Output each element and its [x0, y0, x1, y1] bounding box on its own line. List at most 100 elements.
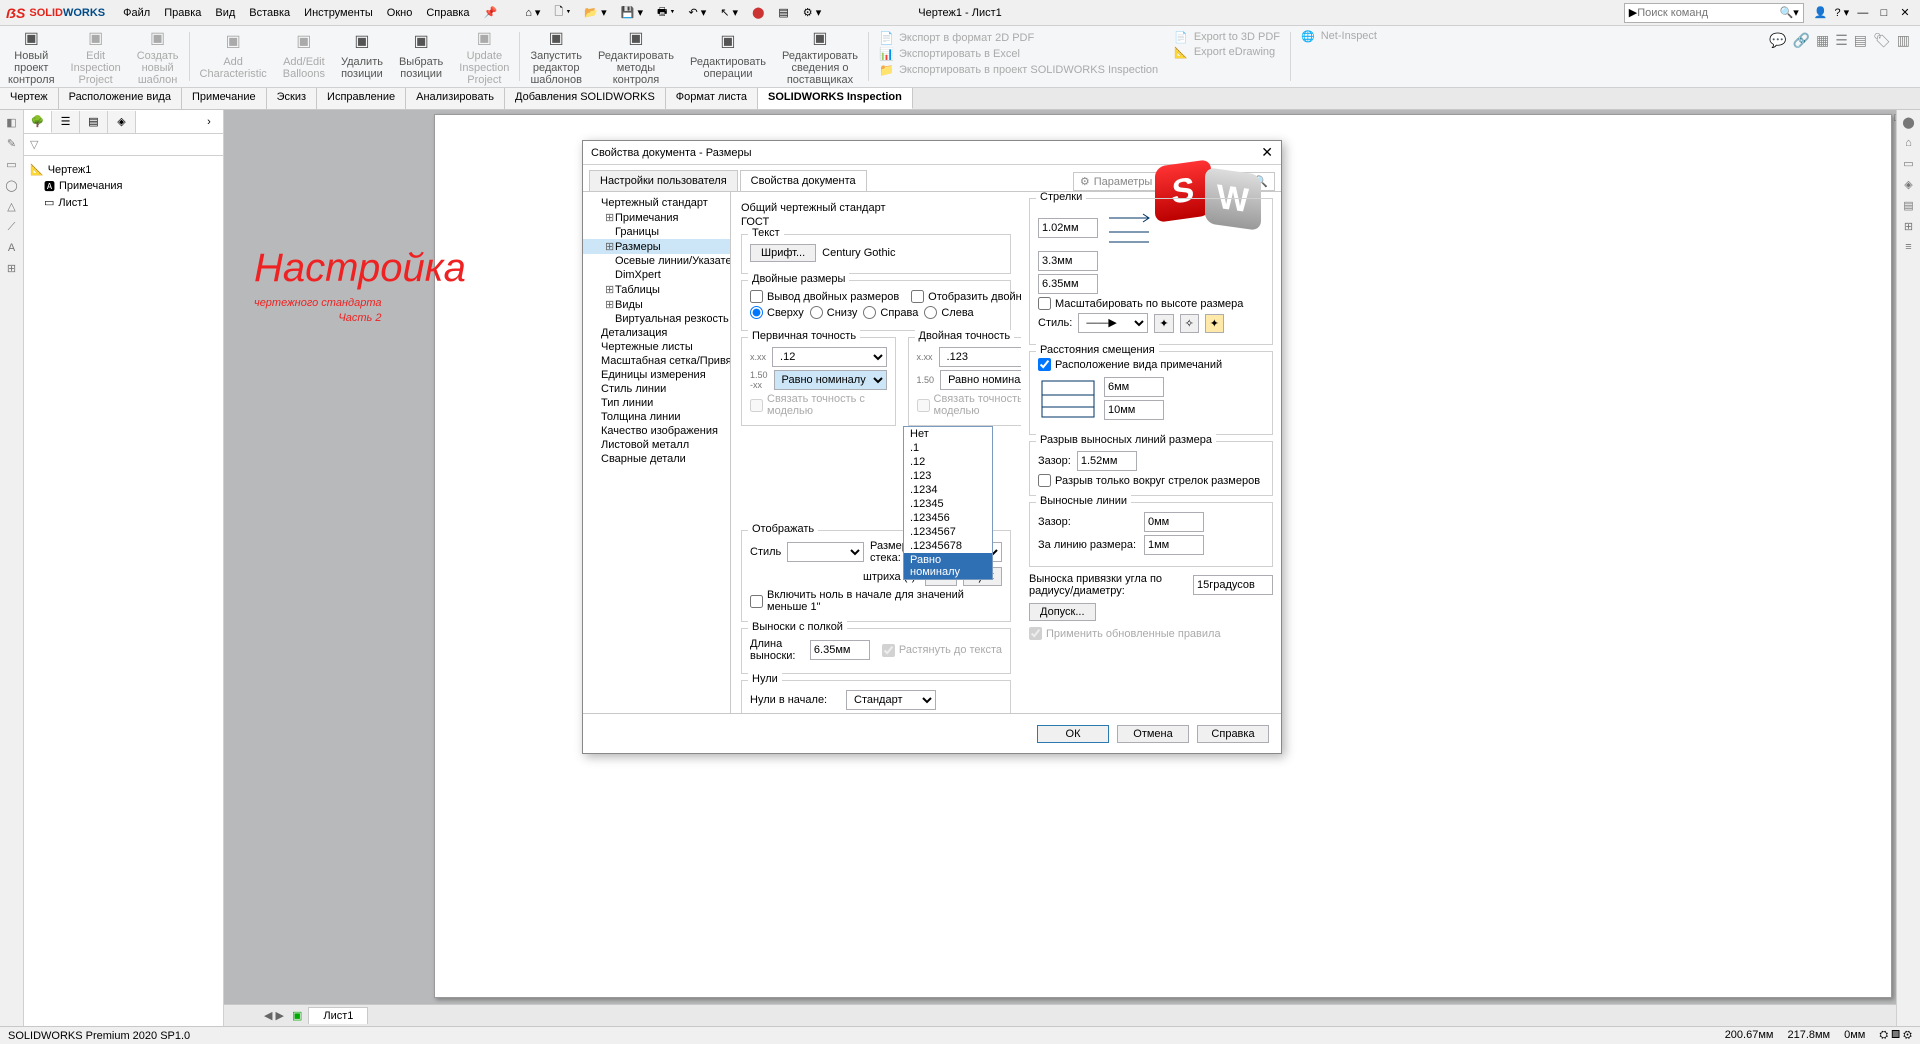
dual-top-radio[interactable]: Сверху [750, 306, 804, 319]
more-icon[interactable]: ▥ [1897, 32, 1910, 49]
fm-root[interactable]: 📐Чертеж1 [30, 162, 217, 177]
offset-v2[interactable] [1104, 400, 1164, 420]
ok-button[interactable]: ОК [1037, 725, 1109, 743]
ribbon-btn-6[interactable]: ▣Выбратьпозиции [391, 26, 451, 87]
dd-item-4[interactable]: .1234 [904, 483, 992, 497]
menu-window[interactable]: Окно [387, 7, 413, 19]
fm-annotations[interactable]: 🅰Примечания [44, 177, 217, 195]
user-icon[interactable]: 👤 [1812, 6, 1830, 19]
dd-item-0[interactable]: Нет [904, 427, 992, 441]
sheet-tab[interactable]: Лист1 [308, 1007, 368, 1024]
cmd-tab-6[interactable]: Добавления SOLIDWORKS [505, 88, 666, 109]
cmd-tab-8[interactable]: SOLIDWORKS Inspection [758, 88, 913, 109]
fm-tab-disp-icon[interactable]: ◈ [108, 111, 136, 133]
dual-left-radio[interactable]: Слева [924, 306, 973, 319]
nav-item-15[interactable]: Толщина линии [583, 410, 730, 424]
dd-item-5[interactable]: .12345 [904, 497, 992, 511]
arrow-opt1[interactable]: ✦ [1154, 314, 1173, 333]
tolerance-button[interactable]: Допуск... [1029, 603, 1096, 621]
close-button[interactable]: ✕ [1896, 6, 1914, 19]
ext-gap-input[interactable] [1144, 512, 1204, 532]
dd-item-7[interactable]: .1234567 [904, 525, 992, 539]
nav-item-13[interactable]: Стиль линии [583, 382, 730, 396]
settings-icon[interactable]: ⚙ ▾ [803, 6, 821, 19]
dd-item-2[interactable]: .12 [904, 455, 992, 469]
ribbon-btn-9[interactable]: ▣Редактироватьметодыконтроля [590, 26, 682, 87]
tool-icon[interactable]: ✎ [7, 137, 16, 150]
tool-icon[interactable]: ⟋ [8, 221, 16, 234]
tool-icon[interactable]: ◧ [6, 116, 16, 129]
export-3d-pdf[interactable]: Export to 3D PDF [1194, 31, 1280, 44]
pin-icon[interactable]: 📌 [483, 6, 497, 19]
dialog-nav-tree[interactable]: Чертежный стандарт⊞ПримечанияГраницы⊞Раз… [583, 192, 731, 713]
minimize-button[interactable]: — [1854, 7, 1872, 19]
command-search[interactable]: ▶ 🔍▾ [1624, 3, 1804, 23]
task-icon[interactable]: ⊞ [1904, 220, 1913, 233]
dd-item-3[interactable]: .123 [904, 469, 992, 483]
save-icon[interactable]: 💾 ▾ [621, 6, 643, 19]
dd-item-6[interactable]: .123456 [904, 511, 992, 525]
arrow-v2-input[interactable] [1038, 251, 1098, 271]
ribbon-btn-10[interactable]: ▣Редактироватьоперации [682, 26, 774, 87]
link-precision-check[interactable]: Связать точность с моделью [750, 393, 887, 417]
export-2d-pdf[interactable]: Экспорт в формат 2D PDF [899, 32, 1034, 44]
balloon-icon[interactable]: 💬 [1769, 32, 1786, 49]
leading-zeros-select[interactable]: Стандарт [846, 690, 936, 710]
menu-tools[interactable]: Инструменты [304, 7, 373, 19]
dual-bottom-radio[interactable]: Снизу [810, 306, 858, 319]
cmd-tab-3[interactable]: Эскиз [267, 88, 317, 109]
tool-icon[interactable]: A [8, 242, 15, 254]
menu-edit[interactable]: Правка [164, 7, 201, 19]
grid-icon[interactable]: ▦ [1816, 32, 1829, 49]
cmd-tab-5[interactable]: Анализировать [406, 88, 505, 109]
cancel-button[interactable]: Отмена [1117, 725, 1189, 743]
nav-item-17[interactable]: Листовой металл [583, 438, 730, 452]
nav-item-14[interactable]: Тип линии [583, 396, 730, 410]
nav-item-6[interactable]: ⊞Таблицы [583, 282, 730, 297]
dual-output-check[interactable]: Вывод двойных размеров [750, 290, 899, 303]
tag-icon[interactable]: 🏷 [1873, 32, 1891, 49]
font-button[interactable]: Шрифт... [750, 244, 816, 262]
dd-item-1[interactable]: .1 [904, 441, 992, 455]
arrow-v3-input[interactable] [1038, 274, 1098, 294]
dual-precision-select[interactable]: .123 [939, 347, 1021, 367]
dd-item-8[interactable]: .12345678 [904, 539, 992, 553]
link-precision-check-2[interactable]: Связать точность с моделью [917, 393, 1021, 417]
maximize-button[interactable]: □ [1875, 7, 1893, 19]
filter-icon[interactable]: ▽ [30, 138, 38, 151]
cmd-tab-4[interactable]: Исправление [317, 88, 406, 109]
leading-zero-check[interactable]: Включить ноль в начале для значений мень… [750, 589, 1002, 613]
select-icon[interactable]: ↖ ▾ [720, 6, 738, 19]
radial-input[interactable] [1193, 575, 1273, 595]
menu-view[interactable]: Вид [215, 7, 235, 19]
ribbon-btn-0[interactable]: ▣Новыйпроектконтроля [0, 26, 63, 87]
annotation-view-check[interactable]: Расположение вида примечаний [1038, 358, 1264, 371]
nav-item-3[interactable]: ⊞Размеры [583, 239, 730, 254]
help-icon[interactable]: ? ▾ [1833, 6, 1851, 19]
new-icon[interactable]: 🗋 ▾ [554, 3, 570, 22]
fm-expand-icon[interactable]: › [195, 111, 223, 133]
options-icon[interactable]: ▤ [778, 6, 788, 19]
link-icon[interactable]: 🔗 [1793, 32, 1810, 49]
dual-tolerance-select[interactable]: Равно номиналу [940, 370, 1021, 390]
tool-icon[interactable]: ◯ [5, 179, 17, 192]
nav-item-9[interactable]: Детализация [583, 326, 730, 340]
cmd-tab-1[interactable]: Расположение вида [59, 88, 182, 109]
tab-document-properties[interactable]: Свойства документа [740, 170, 867, 191]
nav-item-2[interactable]: Границы [583, 225, 730, 239]
nav-item-18[interactable]: Сварные детали [583, 452, 730, 466]
ribbon-btn-8[interactable]: ▣Запуститьредакторшаблонов [522, 26, 590, 87]
list-icon[interactable]: ☰ [1835, 32, 1848, 49]
sheet-nav-icon[interactable]: ◀ ▶ [264, 1009, 284, 1022]
primary-precision-select[interactable]: .12 [772, 347, 887, 367]
task-icon[interactable]: ◈ [1904, 178, 1912, 191]
primary-tolerance-select[interactable]: Равно номиналу [774, 370, 887, 390]
open-icon[interactable]: 📂 ▾ [584, 6, 606, 19]
net-inspect[interactable]: Net-Inspect [1321, 30, 1377, 43]
export-excel[interactable]: Экспортировать в Excel [899, 48, 1020, 60]
nav-item-0[interactable]: Чертежный стандарт [583, 196, 730, 210]
break-only-check[interactable]: Разрыв только вокруг стрелок размеров [1038, 474, 1264, 487]
status-icons[interactable]: ⛭ ▤ ⚙ [1879, 1029, 1912, 1042]
print-icon[interactable]: 🖶 ▾ [657, 3, 675, 22]
fm-tab-conf-icon[interactable]: ▤ [80, 111, 108, 133]
